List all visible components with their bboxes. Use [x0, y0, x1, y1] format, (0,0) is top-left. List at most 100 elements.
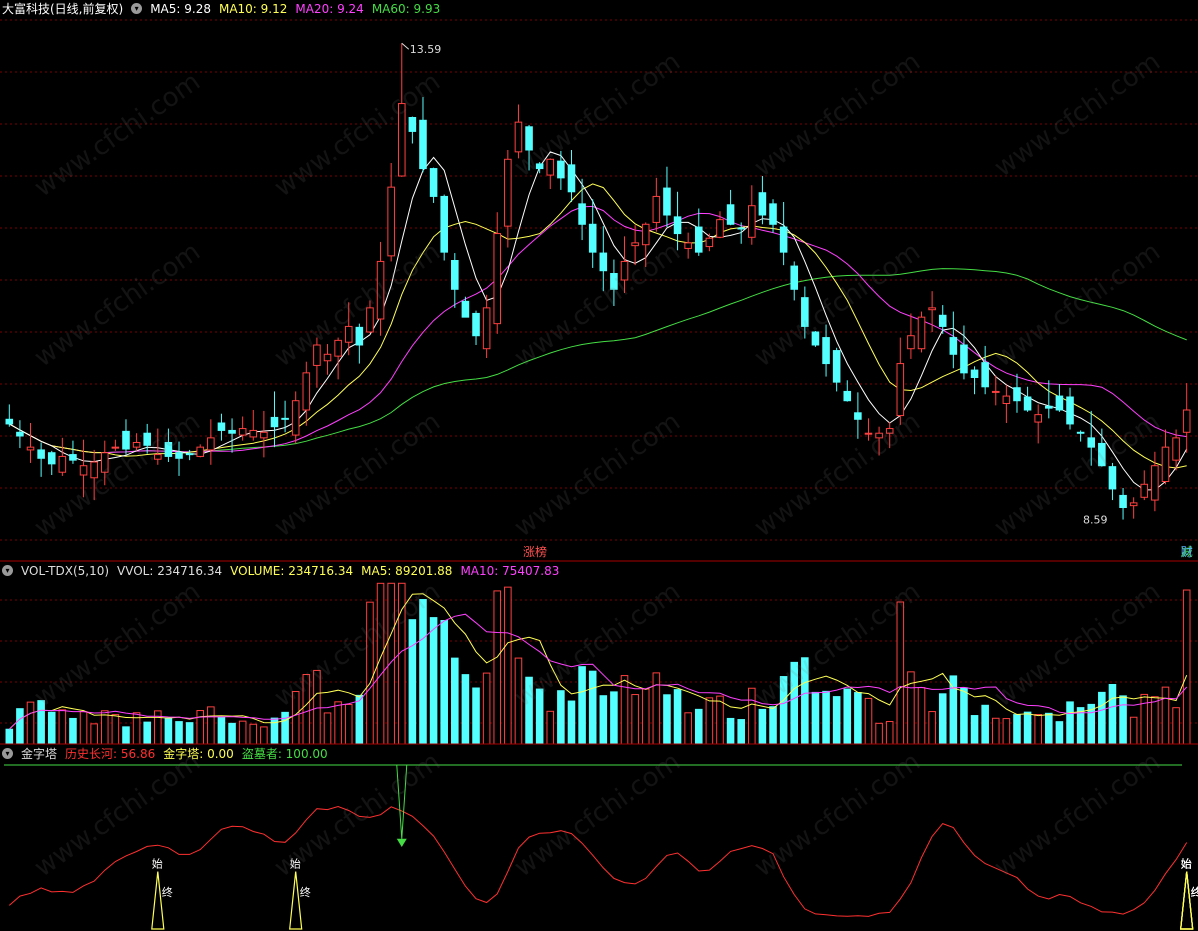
volume-bar [1172, 707, 1180, 745]
candle-body [641, 223, 650, 246]
candle-body [302, 372, 311, 411]
candle-body [451, 260, 459, 290]
volume-bar [525, 676, 533, 745]
candle-body [154, 454, 162, 460]
volume-bar [238, 720, 247, 745]
pyramid-indicator-chart[interactable]: 始终始终始终始终始终始终 [0, 745, 1198, 931]
volume-bar [260, 726, 268, 745]
candle-body [991, 390, 1000, 393]
volume-panel: ▾ VOL-TDX(5,10) VVOL: 234716.34 VOLUME: 2… [0, 562, 1198, 745]
pyramid-spike [1180, 871, 1194, 930]
volume-bar [429, 617, 438, 745]
main-panel: 大富科技(日线,前复权) ▾ MA5: 9.28 MA10: 9.12 MA20: … [0, 0, 1198, 562]
candle-body [387, 186, 395, 257]
candle-body [716, 219, 724, 238]
candle-body [578, 203, 586, 225]
ma5-line [9, 151, 1188, 491]
pyramid-spike [1180, 871, 1194, 930]
volume-bar [228, 722, 236, 745]
volume-bar [440, 620, 448, 745]
candle-body [832, 350, 841, 383]
candle-body [1034, 414, 1042, 423]
volume-bar [493, 590, 502, 745]
candle-body [779, 226, 788, 253]
ma20-line [9, 205, 1187, 454]
volume-bar [1034, 714, 1042, 745]
pyramid-spike [151, 871, 165, 930]
signal-end-label-5: 终 [1191, 885, 1198, 899]
candle-body [291, 400, 300, 436]
volume-ma10-line [8, 613, 1188, 730]
volume-bar [599, 695, 608, 745]
volume-bar [885, 721, 894, 745]
volume-bar [196, 710, 205, 745]
candle-body [1023, 396, 1032, 411]
pyramid-spike [1180, 871, 1194, 930]
candle-body [567, 164, 576, 193]
candle-body [355, 326, 364, 346]
candlestick-chart[interactable]: 13.598.59涨榜 减财 [0, 0, 1198, 562]
volume-bar [451, 657, 459, 745]
candle-body [37, 449, 45, 459]
volume-bar [801, 657, 809, 745]
volume-bar [387, 582, 395, 745]
volume-bar [748, 687, 756, 745]
candle-body [588, 223, 597, 253]
volume-bar [716, 695, 724, 745]
candle-body [313, 344, 321, 366]
candle-body [896, 363, 905, 417]
volume-bar [641, 688, 650, 745]
volume-bar [482, 672, 491, 745]
candle-body [1076, 431, 1085, 434]
candle-body [673, 216, 682, 235]
volume-bar [673, 689, 682, 745]
volume-bar [684, 712, 692, 745]
volume-bar [281, 711, 289, 745]
candle-body [1172, 437, 1180, 461]
volume-bar [663, 694, 671, 745]
candle-body [207, 437, 215, 451]
candle-body [907, 335, 915, 350]
volume-bar [1066, 701, 1074, 745]
candle-body [875, 432, 883, 439]
candle-body [164, 442, 173, 457]
volume-bar [917, 687, 926, 745]
pyramid-spike [1180, 871, 1194, 930]
candle-body [928, 307, 936, 311]
volume-bar [207, 706, 215, 745]
grave-robber-dip [396, 764, 408, 839]
volume-bar [557, 690, 565, 745]
candle-body [408, 117, 417, 132]
candle-body [16, 431, 24, 437]
candle-body [249, 429, 258, 438]
candle-body [26, 446, 35, 451]
volume-bar [58, 709, 67, 745]
candle-body [546, 158, 555, 176]
min-price-label: 8.59 [1083, 514, 1108, 527]
volume-bar [991, 717, 1000, 745]
candle-body [90, 461, 98, 479]
volume-bar [1098, 691, 1106, 745]
volume-bar [1055, 721, 1064, 745]
candle-body [196, 446, 205, 457]
candle-body [1182, 409, 1191, 433]
volume-bar [811, 691, 820, 745]
candle-body [493, 233, 502, 325]
volume-bar [1045, 712, 1053, 745]
volume-bar [185, 722, 194, 745]
candle-body [726, 204, 735, 225]
candle-body [790, 265, 799, 290]
volume-chart[interactable] [0, 562, 1198, 745]
volume-bar [1182, 589, 1191, 745]
candle-body [557, 160, 565, 179]
volume-bar [217, 716, 226, 745]
volume-bar [769, 706, 777, 745]
candle-body [970, 369, 979, 379]
history-river-line [8, 805, 1188, 917]
candle-body [610, 273, 618, 290]
candle-body [769, 203, 777, 225]
candle-body [684, 242, 692, 249]
volume-bar [143, 721, 151, 745]
volume-bar [938, 693, 947, 745]
volume-bar [758, 708, 767, 745]
